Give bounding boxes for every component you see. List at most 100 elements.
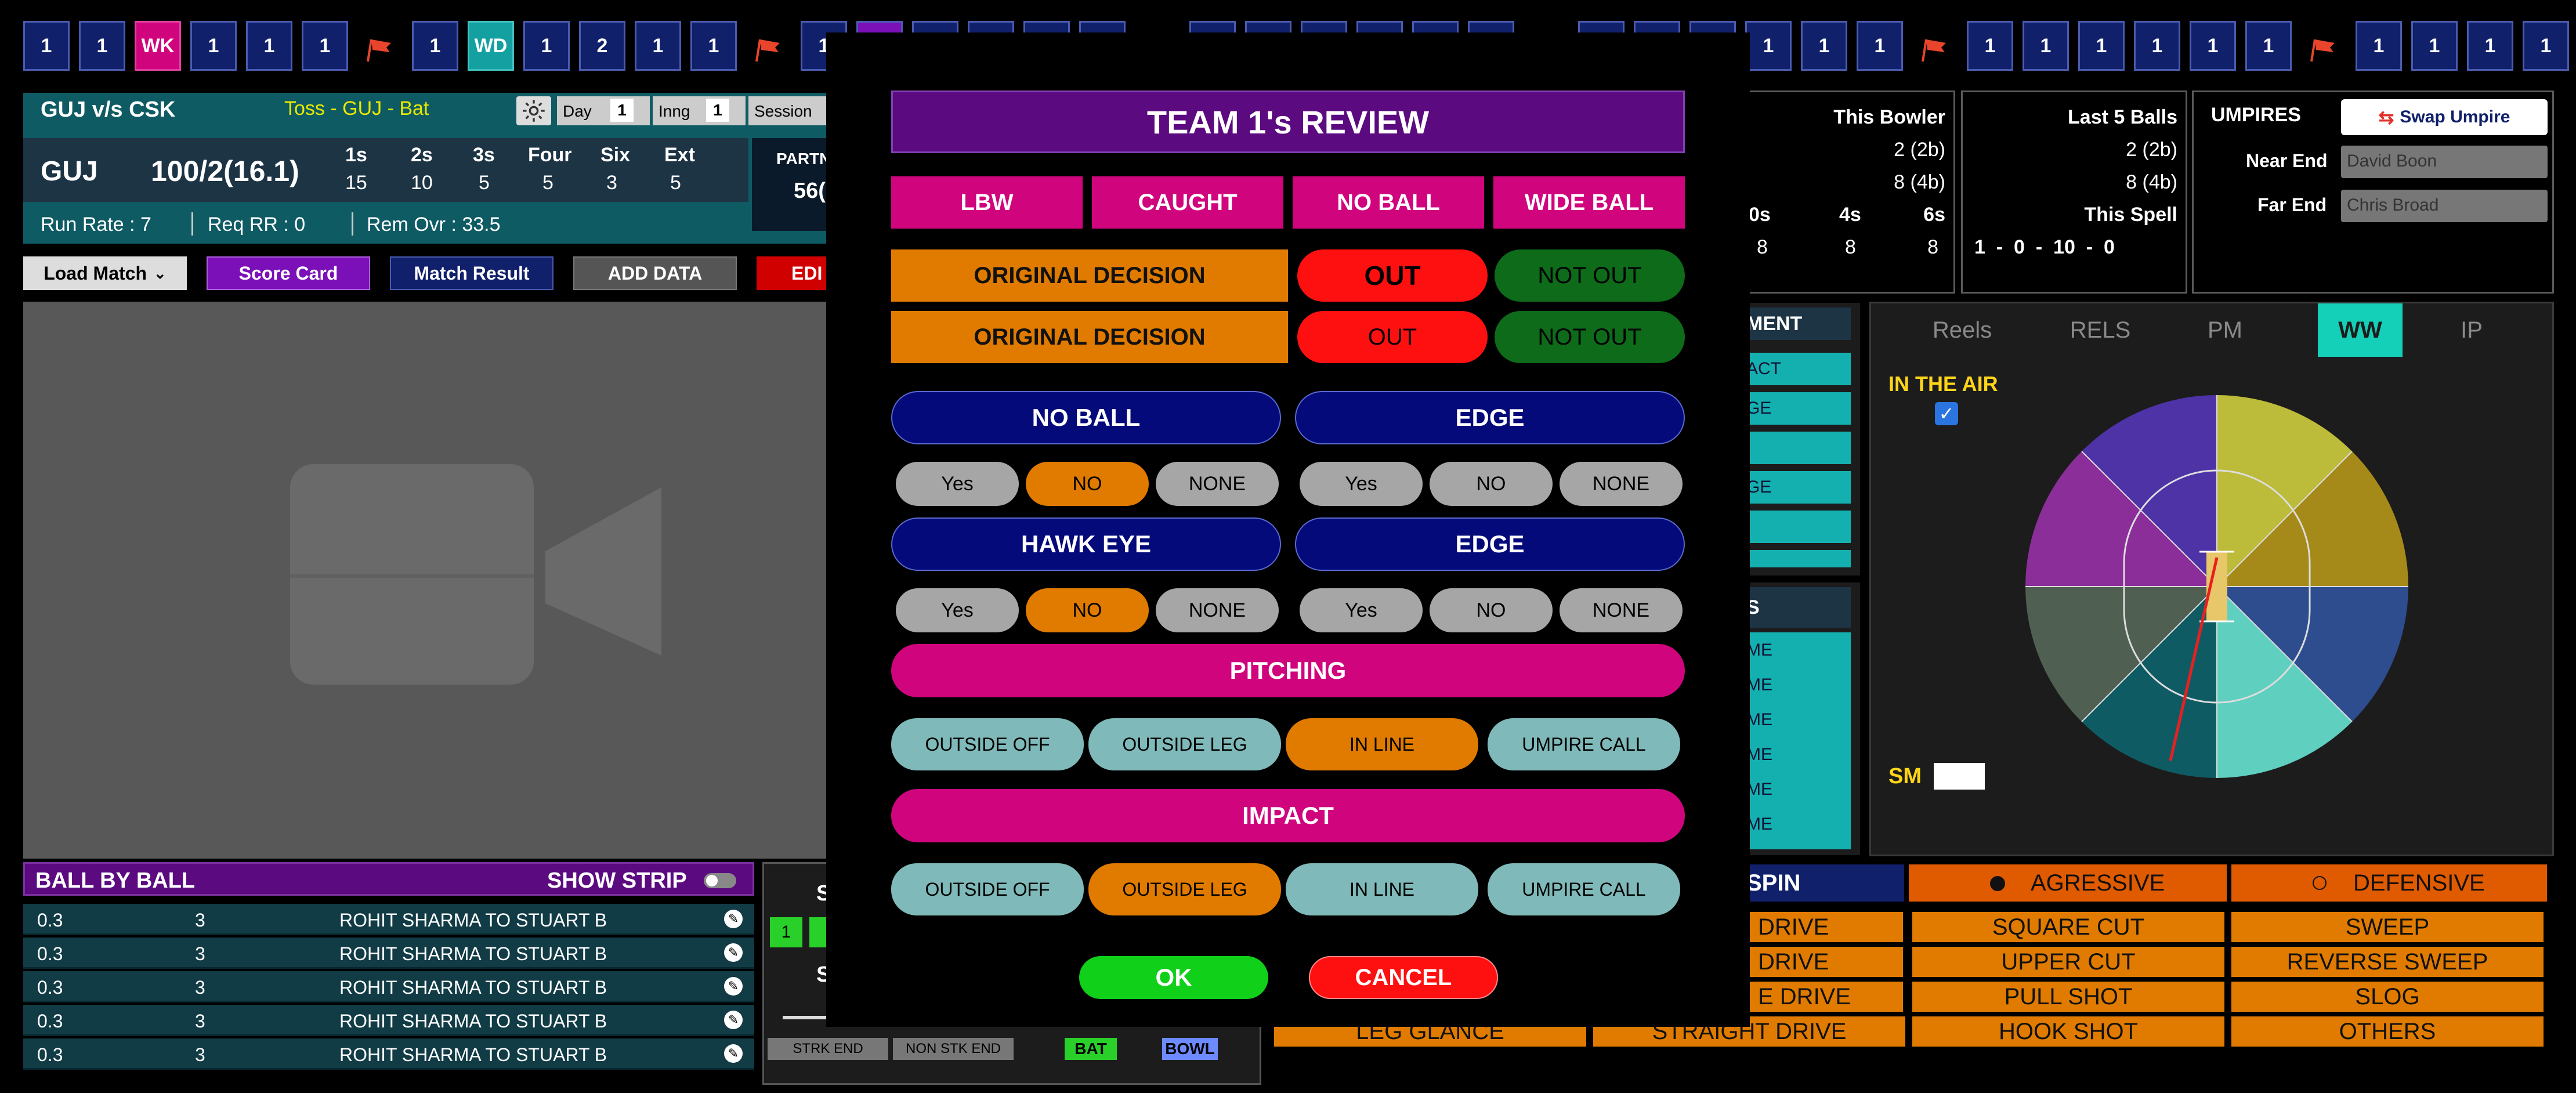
edit-icon[interactable]: ✎	[724, 977, 743, 996]
ball-cell-wide[interactable]: WD	[468, 21, 514, 71]
out-button[interactable]: OUT	[1297, 311, 1488, 363]
hawk-eye-yes[interactable]: Yes	[896, 588, 1019, 632]
non-stk-end-button[interactable]: NON STK END	[893, 1038, 1014, 1060]
ball-cell[interactable]: 1	[2356, 21, 2402, 71]
ball-cell-wicket[interactable]: WK	[135, 21, 181, 71]
table-row[interactable]: 0.3 3 ROHIT SHARMA TO STUART B ✎	[23, 971, 754, 1002]
list-item[interactable]	[1741, 511, 1851, 543]
table-row[interactable]: 0.3 3 ROHIT SHARMA TO STUART B ✎	[23, 938, 754, 969]
defensive-option[interactable]: DEFENSIVE	[2231, 864, 2547, 902]
pitching-outside-leg[interactable]: OUTSIDE LEG	[1088, 718, 1281, 770]
list-item[interactable]	[1741, 432, 1851, 464]
shot-option[interactable]: HOOK SHOT	[1912, 1016, 2224, 1047]
cancel-button[interactable]: CANCEL	[1309, 956, 1498, 999]
edit-icon[interactable]: ✎	[724, 943, 743, 962]
ball-cell[interactable]: 1	[2245, 21, 2292, 71]
review-type-wide-ball[interactable]: WIDE BALL	[1493, 176, 1685, 229]
far-end-input[interactable]: Chris Broad	[2341, 190, 2548, 222]
impact-outside-leg[interactable]: OUTSIDE LEG	[1088, 863, 1281, 915]
list-item[interactable]: ME	[1746, 675, 1772, 695]
near-end-input[interactable]: David Boon	[2341, 146, 2548, 178]
bowl-button[interactable]: BOWL	[1162, 1038, 1218, 1060]
swap-umpire-button[interactable]: ⇆ Swap Umpire	[2341, 99, 2548, 135]
list-item[interactable]: ACT	[1741, 353, 1851, 385]
inng-selector[interactable]: Inng 1	[653, 96, 746, 125]
not-out-button[interactable]: NOT OUT	[1495, 311, 1685, 363]
not-out-button[interactable]: NOT OUT	[1495, 249, 1685, 302]
edit-icon[interactable]: ✎	[724, 1011, 743, 1029]
strk-end-button[interactable]: STRK END	[768, 1038, 888, 1060]
ball-cell[interactable]: 1	[1967, 21, 2013, 71]
pitching-umpire-call[interactable]: UMPIRE CALL	[1488, 718, 1680, 770]
table-row[interactable]: 0.3 3 ROHIT SHARMA TO STUART B ✎	[23, 904, 754, 935]
shot-option[interactable]: SWEEP	[2231, 912, 2544, 942]
list-item[interactable]: ME	[1746, 815, 1772, 834]
shot-option[interactable]: REVERSE SWEEP	[2231, 947, 2544, 977]
match-result-button[interactable]: Match Result	[390, 256, 553, 290]
shot-option[interactable]: SQUARE CUT	[1912, 912, 2224, 942]
edge-yes[interactable]: Yes	[1300, 588, 1423, 632]
review-type-lbw[interactable]: LBW	[891, 176, 1083, 229]
ball-cell[interactable]: 1	[1801, 21, 1847, 71]
impact-outside-off[interactable]: OUTSIDE OFF	[891, 863, 1084, 915]
shot-option[interactable]: PULL SHOT	[1912, 982, 2224, 1012]
list-item[interactable]: GE	[1741, 471, 1851, 504]
ball-cell[interactable]: 1	[2023, 21, 2069, 71]
list-item[interactable]: ME	[1746, 710, 1772, 730]
ball-cell[interactable]: 1	[79, 21, 125, 71]
edge-no[interactable]: NO	[1430, 588, 1553, 632]
wagon-wheel-chart[interactable]	[2020, 389, 2414, 784]
hawk-eye-none[interactable]: NONE	[1156, 588, 1279, 632]
list-item[interactable]: ME	[1746, 780, 1772, 799]
bat-button[interactable]: BAT	[1065, 1038, 1117, 1060]
show-strip-toggle[interactable]	[704, 873, 736, 888]
tab-rels[interactable]: RELS	[2045, 303, 2155, 357]
table-row[interactable]: 0.3 3 ROHIT SHARMA TO STUART B ✎	[23, 1005, 754, 1036]
review-type-caught[interactable]: CAUGHT	[1092, 176, 1283, 229]
ball-cell[interactable]: 2	[579, 21, 625, 71]
review-type-no-ball[interactable]: NO BALL	[1293, 176, 1484, 229]
pitching-outside-off[interactable]: OUTSIDE OFF	[891, 718, 1084, 770]
no-ball-no[interactable]: NO	[1026, 462, 1149, 506]
tab-pm[interactable]: PM	[2179, 303, 2271, 357]
out-button[interactable]: OUT	[1297, 249, 1488, 302]
list-item[interactable]: ME	[1746, 745, 1772, 765]
load-match-button[interactable]: Load Match ⌄	[23, 256, 187, 290]
ball-cell[interactable]: 1	[302, 21, 348, 71]
ball-cell[interactable]: 1	[2078, 21, 2125, 71]
impact-umpire-call[interactable]: UMPIRE CALL	[1488, 863, 1680, 915]
ball-cell[interactable]: 1	[635, 21, 681, 71]
edit-icon[interactable]: ✎	[724, 910, 743, 928]
shot-option[interactable]: E DRIVE	[1746, 982, 1903, 1012]
list-item[interactable]	[1741, 550, 1851, 567]
ball-cell[interactable]: 1	[2190, 21, 2236, 71]
edge-no[interactable]: NO	[1430, 462, 1553, 506]
ball-cell[interactable]: 1	[2411, 21, 2458, 71]
sm-input[interactable]	[1934, 763, 1985, 790]
ball-cell[interactable]: 1	[190, 21, 237, 71]
no-ball-none[interactable]: NONE	[1156, 462, 1279, 506]
edit-button[interactable]: EDI	[757, 256, 838, 290]
shot-option[interactable]: DRIVE	[1746, 947, 1903, 977]
score-card-button[interactable]: Score Card	[207, 256, 370, 290]
ball-cell[interactable]: 1	[2467, 21, 2513, 71]
shot-option[interactable]: SLOG	[2231, 982, 2544, 1012]
list-item[interactable]: GE	[1741, 392, 1851, 425]
tab-ww[interactable]: WW	[2318, 303, 2403, 357]
ball-cell[interactable]: 1	[690, 21, 737, 71]
table-row[interactable]: 0.3 3 ROHIT SHARMA TO STUART B ✎	[23, 1038, 754, 1070]
aggressive-option[interactable]: AGRESSIVE	[1909, 864, 2227, 902]
add-data-button[interactable]: ADD DATA	[573, 256, 737, 290]
ball-cell[interactable]: 1	[523, 21, 570, 71]
hawk-eye-no[interactable]: NO	[1026, 588, 1149, 632]
list-item[interactable]: ME	[1746, 640, 1772, 660]
tab-reels[interactable]: Reels	[1901, 303, 2023, 357]
ball-cell[interactable]: 1	[1857, 21, 1903, 71]
edge-none[interactable]: NONE	[1560, 588, 1683, 632]
impact-in-line[interactable]: IN LINE	[1286, 863, 1478, 915]
ball-cell[interactable]: 1	[2523, 21, 2569, 71]
edit-icon[interactable]: ✎	[724, 1044, 743, 1063]
session-selector[interactable]: Session	[748, 96, 835, 125]
edge-yes[interactable]: Yes	[1300, 462, 1423, 506]
day-selector[interactable]: Day 1	[557, 96, 650, 125]
